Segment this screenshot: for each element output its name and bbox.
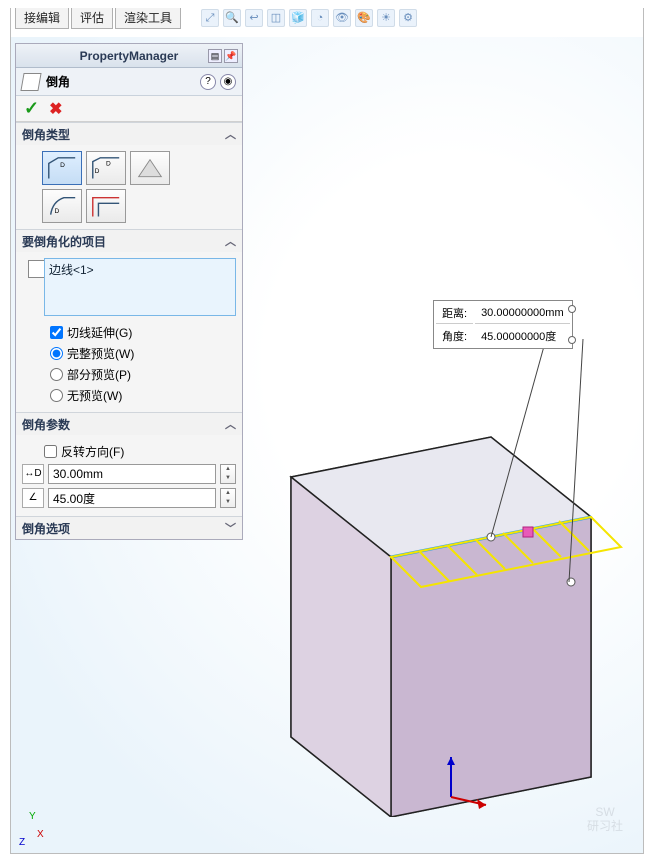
distance-spinner[interactable]: ▲▼ — [220, 464, 236, 484]
view-settings-icon[interactable]: ⚙ — [399, 9, 417, 27]
chamfer-type-vertex[interactable] — [130, 151, 170, 185]
chamfer-type-distance-distance[interactable]: DD — [86, 151, 126, 185]
section-items-title: 要倒角化的项目 — [22, 233, 106, 250]
preview-none-label: 无预览(W) — [67, 387, 122, 404]
axis-x-icon: X — [37, 829, 44, 840]
callout-handle-icon[interactable] — [568, 305, 576, 313]
callout-angle-label: 角度: — [436, 326, 473, 346]
cancel-button[interactable]: ✖ — [49, 99, 62, 119]
angle-spinner[interactable]: ▲▼ — [220, 488, 236, 508]
preview-full-label: 完整预览(W) — [67, 345, 134, 362]
list-item[interactable]: 边线<1> — [45, 259, 235, 280]
angle-icon: ∠ — [22, 488, 44, 508]
tangent-label: 切线延伸(G) — [67, 324, 132, 341]
watermark-line2: 研习社 — [587, 819, 623, 833]
hide-show-icon[interactable]: 👁 — [333, 9, 351, 27]
caret-down-icon: ﹀ — [225, 520, 236, 536]
caret-up-icon: ︿ — [225, 233, 236, 249]
display-style-icon[interactable]: ◔ — [311, 9, 329, 27]
chamfer-type-angle-distance[interactable]: D — [42, 151, 82, 185]
app-frame: 接编辑 评估 渲染工具 ⤢ 🔍 ↩ ◫ 🧊 ◔ 👁 🎨 ☀ ⚙ — [10, 6, 644, 854]
ok-button[interactable]: ✓ — [24, 98, 39, 119]
preview-partial-radio[interactable]: 部分预览(P) — [22, 364, 236, 385]
angle-input[interactable] — [48, 488, 216, 508]
view-toolbar: ⤢ 🔍 ↩ ◫ 🧊 ◔ 👁 🎨 ☀ ⚙ — [201, 9, 417, 27]
section-params-header[interactable]: 倒角参数 ︿ — [16, 413, 242, 435]
section-options-title: 倒角选项 — [22, 520, 70, 537]
ok-cancel-row: ✓ ✖ — [16, 96, 242, 122]
axis-z-icon: Z — [19, 837, 25, 848]
selection-list[interactable]: 边线<1> — [44, 258, 236, 316]
tab-edit[interactable]: 接编辑 — [15, 7, 69, 29]
preview-none-radio[interactable]: 无预览(W) — [22, 385, 236, 406]
flip-checkbox-input[interactable] — [44, 445, 57, 458]
chamfer-type-offset-face[interactable]: D — [42, 189, 82, 223]
section-params-title: 倒角参数 — [22, 416, 70, 433]
flip-direction-checkbox[interactable]: 反转方向(F) — [22, 441, 236, 462]
watermark-line1: SW — [587, 805, 623, 819]
caret-up-icon: ︿ — [225, 126, 236, 142]
chamfer-type-face-face[interactable] — [86, 189, 126, 223]
pm-header: PropertyManager ▤ 📌 — [16, 44, 242, 68]
callout-angle-value[interactable]: 45.00000000度 — [475, 326, 570, 346]
svg-text:D: D — [60, 162, 65, 169]
feature-label: 倒角 — [46, 73, 70, 90]
detail-icon[interactable]: ◉ — [220, 74, 236, 90]
section-type-title: 倒角类型 — [22, 126, 70, 143]
scene-icon[interactable]: ☀ — [377, 9, 395, 27]
zoom-area-icon[interactable]: 🔍 — [223, 9, 241, 27]
chamfer-icon — [20, 73, 41, 91]
preview-full-radio[interactable]: 完整预览(W) — [22, 343, 236, 364]
prev-view-icon[interactable]: ↩ — [245, 9, 263, 27]
pm-expand-icon[interactable]: ▤ — [208, 49, 222, 63]
tab-render[interactable]: 渲染工具 — [115, 7, 181, 29]
dimension-callout[interactable]: 距离: 30.00000000mm 角度: 45.00000000度 — [433, 300, 573, 349]
flip-label: 反转方向(F) — [61, 443, 124, 460]
svg-text:D: D — [106, 160, 111, 167]
tab-evaluate[interactable]: 评估 — [71, 7, 113, 29]
callout-handle-icon[interactable] — [568, 336, 576, 344]
tangent-checkbox-input[interactable] — [50, 326, 63, 339]
distance-input[interactable] — [48, 464, 216, 484]
property-manager-panel: PropertyManager ▤ 📌 倒角 ? ◉ ✓ ✖ 倒角类型 ︿ — [15, 43, 243, 540]
preview-none-input[interactable] — [50, 389, 63, 402]
callout-distance-label: 距离: — [436, 303, 473, 324]
svg-text:D: D — [95, 168, 100, 175]
pm-pin-icon[interactable]: 📌 — [224, 49, 238, 63]
appearance-icon[interactable]: 🎨 — [355, 9, 373, 27]
distance-icon: ↔D — [22, 464, 44, 484]
zoom-fit-icon[interactable]: ⤢ — [201, 9, 219, 27]
ribbon-tabs: 接编辑 评估 渲染工具 — [15, 7, 181, 29]
caret-up-icon: ︿ — [225, 416, 236, 432]
watermark: SW 研习社 — [587, 805, 623, 833]
help-icon[interactable]: ? — [200, 74, 216, 90]
svg-text:D: D — [54, 208, 59, 215]
preview-partial-label: 部分预览(P) — [67, 366, 131, 383]
section-type-header[interactable]: 倒角类型 ︿ — [16, 123, 242, 145]
view-orient-icon[interactable]: 🧊 — [289, 9, 307, 27]
callout-distance-value[interactable]: 30.00000000mm — [475, 303, 570, 324]
section-options-header[interactable]: 倒角选项 ﹀ — [16, 517, 242, 539]
preview-full-input[interactable] — [50, 347, 63, 360]
feature-header: 倒角 ? ◉ — [16, 68, 242, 96]
section-items-header[interactable]: 要倒角化的项目 ︿ — [16, 230, 242, 252]
tangent-prop-checkbox[interactable]: 切线延伸(G) — [22, 322, 236, 343]
pm-title: PropertyManager — [80, 49, 179, 63]
axis-y-icon: Y — [29, 811, 36, 822]
section-view-icon[interactable]: ◫ — [267, 9, 285, 27]
preview-partial-input[interactable] — [50, 368, 63, 381]
